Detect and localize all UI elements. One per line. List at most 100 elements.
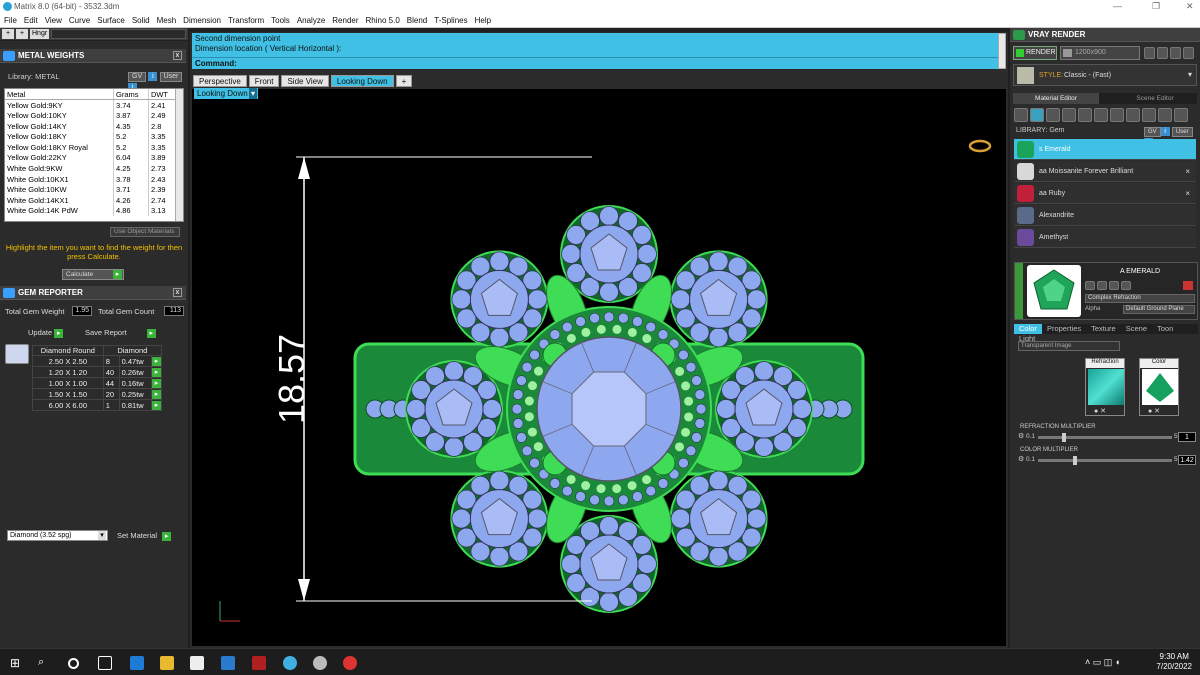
menu-item-dimension[interactable]: Dimension bbox=[183, 14, 221, 27]
task-view-icon[interactable] bbox=[98, 656, 112, 670]
set-material-button[interactable]: Set Material ▸ bbox=[117, 531, 172, 541]
light-icon[interactable] bbox=[1062, 108, 1076, 122]
material-item[interactable]: Alexandrite bbox=[1014, 205, 1196, 226]
cortana-icon[interactable] bbox=[68, 658, 79, 669]
tab-texture[interactable]: Texture bbox=[1086, 324, 1121, 334]
tab-material-editor[interactable]: Material Editor bbox=[1013, 93, 1099, 104]
menu-item-help[interactable]: Help bbox=[475, 14, 491, 27]
save-image-icon[interactable] bbox=[1157, 47, 1168, 59]
folder-icon[interactable] bbox=[1126, 108, 1140, 122]
table-row[interactable]: White Gold:14K PdW 4.86 3.13 bbox=[5, 205, 178, 217]
info-icon[interactable]: i bbox=[1160, 127, 1170, 136]
windows-start-icon[interactable]: ⊞ bbox=[10, 656, 24, 670]
settings-icon[interactable] bbox=[1170, 47, 1181, 59]
tab-looking-down[interactable]: Looking Down bbox=[330, 75, 394, 87]
preview-icon[interactable] bbox=[1085, 281, 1095, 290]
rhino-icon[interactable] bbox=[313, 656, 327, 670]
color-slot[interactable]: Color ● ✕ bbox=[1139, 358, 1179, 416]
refraction-slider[interactable] bbox=[1038, 433, 1172, 442]
select-icon[interactable]: ▸ bbox=[152, 368, 161, 377]
remove-icon[interactable]: × bbox=[1185, 161, 1190, 182]
user-button[interactable]: User bbox=[159, 72, 183, 82]
search-icon[interactable]: ⌕ bbox=[38, 656, 52, 670]
mail-icon[interactable] bbox=[221, 656, 235, 670]
tab-scene-editor[interactable]: Scene Editor bbox=[1113, 93, 1197, 104]
view-select[interactable]: Looking Down ▾ bbox=[194, 88, 258, 99]
tab-color[interactable]: Color bbox=[1014, 324, 1042, 334]
paste-icon[interactable] bbox=[1121, 281, 1131, 290]
menu-item-t-splines[interactable]: T-Splines bbox=[434, 14, 467, 27]
add-button[interactable]: + bbox=[2, 29, 14, 39]
gv-button[interactable]: GV bbox=[1144, 127, 1161, 137]
collapse-arrow-icon[interactable] bbox=[1015, 263, 1023, 319]
delete-icon[interactable] bbox=[1183, 281, 1193, 290]
clock[interactable]: 9:30 AM 7/20/2022 bbox=[1156, 652, 1192, 672]
menu-item-render[interactable]: Render bbox=[332, 14, 358, 27]
viewport[interactable]: 18.57 bbox=[192, 89, 1006, 646]
tab-scene[interactable]: Scene bbox=[1121, 324, 1152, 334]
material-item[interactable]: Amethyst bbox=[1014, 227, 1196, 248]
grid-icon-3[interactable] bbox=[1110, 108, 1124, 122]
hand-icon[interactable] bbox=[1158, 108, 1172, 122]
table-row[interactable]: White Gold:14KX1 4.26 2.74 bbox=[5, 194, 178, 206]
tray-icons[interactable]: ˄ ▭ ◫ ◖ bbox=[1085, 657, 1120, 668]
transparent-image-select[interactable]: Transparent Image bbox=[1018, 341, 1120, 351]
menu-item-transform[interactable]: Transform bbox=[228, 14, 264, 27]
menu-item-curve[interactable]: Curve bbox=[69, 14, 90, 27]
color-actions[interactable]: ● ✕ bbox=[1148, 407, 1160, 415]
select-cell[interactable]: ▸ bbox=[151, 355, 162, 367]
select-cell[interactable]: ▸ bbox=[151, 377, 162, 389]
minimize-icon[interactable]: — bbox=[1113, 1, 1122, 11]
save-icon[interactable] bbox=[1142, 108, 1156, 122]
ring-render[interactable]: 18.57 bbox=[192, 89, 1006, 646]
menu-item-edit[interactable]: Edit bbox=[24, 14, 38, 27]
ground-plane-select[interactable]: Default Ground Plane bbox=[1123, 305, 1195, 314]
save-report-button[interactable]: Save Report ▸ bbox=[85, 328, 156, 338]
column-header[interactable]: DWT bbox=[148, 89, 178, 101]
slider-handle[interactable] bbox=[1073, 456, 1078, 465]
menu-item-analyze[interactable]: Analyze bbox=[297, 14, 325, 27]
menu-item-surface[interactable]: Surface bbox=[97, 14, 125, 27]
table-row[interactable]: Yellow Gold:18KY 5.2 3.35 bbox=[5, 131, 178, 142]
menu-item-rhino-5-0[interactable]: Rhino 5.0 bbox=[366, 14, 400, 27]
color-value[interactable]: 1.42 bbox=[1178, 455, 1196, 465]
refraction-actions[interactable]: ● ✕ bbox=[1094, 407, 1106, 415]
matrix-app-icon[interactable] bbox=[283, 656, 297, 670]
reset-icon[interactable]: ⚙ bbox=[1018, 455, 1024, 463]
column-header[interactable]: Grams bbox=[113, 89, 149, 101]
info-icon[interactable]: i bbox=[148, 72, 158, 81]
slider-handle[interactable] bbox=[1061, 433, 1066, 442]
resolution-field[interactable]: 1200x900 bbox=[1060, 46, 1140, 60]
complex-refraction-select[interactable]: Complex Refraction bbox=[1085, 294, 1195, 303]
table-row[interactable]: Yellow Gold:10KY 3.87 2.49 bbox=[5, 110, 178, 121]
tab-front[interactable]: Front bbox=[248, 75, 280, 87]
style-select[interactable]: STYLE: Classic - (Fast) ▾ bbox=[1013, 64, 1197, 86]
material-select[interactable]: Diamond (3.52 spg) ▾ bbox=[7, 530, 108, 541]
store-icon[interactable] bbox=[190, 656, 204, 670]
hinge-button[interactable]: Hngr bbox=[30, 29, 50, 39]
close-icon[interactable]: x bbox=[173, 51, 182, 60]
grid-icon[interactable] bbox=[1078, 108, 1092, 122]
use-object-materials-button[interactable]: Use Object Materials bbox=[110, 227, 180, 237]
gv-button[interactable]: GV bbox=[128, 72, 147, 82]
add-view-icon[interactable]: + bbox=[395, 75, 413, 87]
refraction-value[interactable]: 1 bbox=[1178, 432, 1196, 442]
tab-toon[interactable]: Toon bbox=[1152, 324, 1178, 334]
select-cell[interactable]: ▸ bbox=[151, 388, 162, 400]
menu-item-file[interactable]: File bbox=[4, 14, 17, 27]
restore-icon[interactable]: ❐ bbox=[1152, 1, 1160, 12]
user-button[interactable]: User bbox=[1171, 127, 1193, 137]
menu-item-solid[interactable]: Solid bbox=[132, 14, 150, 27]
select-icon[interactable]: ▸ bbox=[152, 379, 161, 388]
select-cell[interactable]: ▸ bbox=[151, 399, 162, 411]
table-scrollbar[interactable] bbox=[175, 89, 183, 221]
select-icon[interactable]: ▸ bbox=[152, 357, 161, 366]
color-slider[interactable] bbox=[1038, 456, 1172, 465]
edge-icon[interactable] bbox=[130, 656, 144, 670]
table-row[interactable]: Yellow Gold:22KY 6.04 3.89 bbox=[5, 152, 178, 164]
reset-icon[interactable]: ⚙ bbox=[1018, 432, 1024, 440]
table-row[interactable]: White Gold:9KW 4.25 2.73 bbox=[5, 163, 178, 174]
grid-icon-2[interactable] bbox=[1094, 108, 1108, 122]
table-row[interactable]: White Gold:10KW 3.71 2.39 bbox=[5, 184, 178, 195]
command-input[interactable]: Command: bbox=[192, 57, 998, 69]
